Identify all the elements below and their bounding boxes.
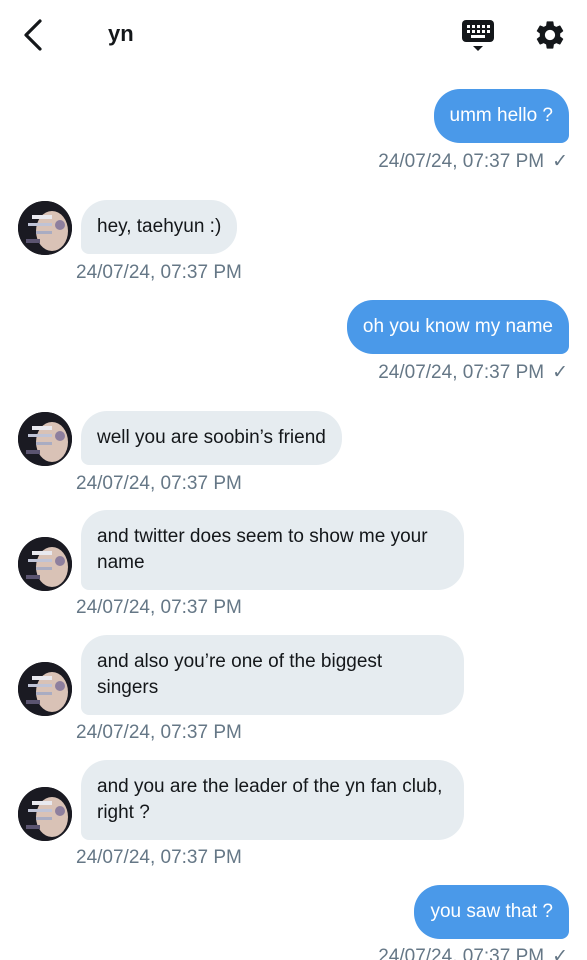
message-bubble[interactable]: and you are the leader of the yn fan clu… xyxy=(81,760,464,840)
avatar[interactable] xyxy=(18,787,72,841)
message-timestamp: 24/07/24, 07:37 PM xyxy=(76,262,242,283)
message-bubble[interactable]: and also you’re one of the biggest singe… xyxy=(81,635,464,715)
avatar-photo xyxy=(18,787,72,841)
message-timestamp: 24/07/24, 07:37 PM ✓ xyxy=(378,150,568,173)
message-bubble[interactable]: hey, taehyun :) xyxy=(81,200,238,254)
avatar-photo xyxy=(18,537,72,591)
message-received[interactable]: and also you’re one of the biggest singe… xyxy=(81,635,464,715)
message-sent[interactable]: oh you know my name xyxy=(346,300,569,354)
timestamp-text: 24/07/24, 07:37 PM xyxy=(378,151,545,172)
message-bubble[interactable]: you saw that ? xyxy=(414,885,569,939)
message-timestamp: 24/07/24, 07:37 PM xyxy=(76,473,242,494)
settings-button[interactable] xyxy=(533,18,567,52)
back-button[interactable] xyxy=(20,18,50,52)
avatar[interactable] xyxy=(18,662,72,716)
avatar[interactable] xyxy=(18,412,72,466)
message-timestamp: 24/07/24, 07:37 PM xyxy=(76,847,242,868)
keyboard-icon xyxy=(462,20,494,51)
keyboard-button[interactable] xyxy=(460,18,496,54)
message-bubble[interactable]: oh you know my name xyxy=(346,300,569,354)
message-bubble[interactable]: well you are soobin’s friend xyxy=(81,411,342,465)
message-sent[interactable]: umm hello ? xyxy=(433,89,569,143)
chevron-left-icon xyxy=(24,19,42,51)
read-check-icon: ✓ xyxy=(552,946,568,960)
avatar-photo xyxy=(18,201,72,255)
gear-icon xyxy=(536,21,564,49)
timestamp-text: 24/07/24, 07:37 PM xyxy=(378,946,545,960)
read-check-icon: ✓ xyxy=(552,362,568,383)
timestamp-text: 24/07/24, 07:37 PM xyxy=(378,362,545,383)
avatar[interactable] xyxy=(18,201,72,255)
conversation-title[interactable]: yn xyxy=(108,21,134,47)
chat-header: yn xyxy=(0,0,587,70)
avatar-photo xyxy=(18,662,72,716)
message-sent[interactable]: you saw that ? xyxy=(414,885,569,939)
message-received[interactable]: and twitter does seem to show me your na… xyxy=(81,510,464,590)
avatar-photo xyxy=(18,412,72,466)
message-timestamp: 24/07/24, 07:37 PM ✓ xyxy=(378,945,568,960)
avatar[interactable] xyxy=(18,537,72,591)
message-bubble[interactable]: umm hello ? xyxy=(433,89,569,143)
message-timestamp: 24/07/24, 07:37 PM ✓ xyxy=(378,361,568,384)
message-bubble[interactable]: and twitter does seem to show me your na… xyxy=(81,510,464,590)
read-check-icon: ✓ xyxy=(552,151,568,172)
message-received[interactable]: well you are soobin’s friend xyxy=(81,411,342,465)
message-received[interactable]: hey, taehyun :) xyxy=(81,200,238,254)
message-received[interactable]: and you are the leader of the yn fan clu… xyxy=(81,760,464,840)
message-timestamp: 24/07/24, 07:37 PM xyxy=(76,597,242,618)
message-timestamp: 24/07/24, 07:37 PM xyxy=(76,722,242,743)
